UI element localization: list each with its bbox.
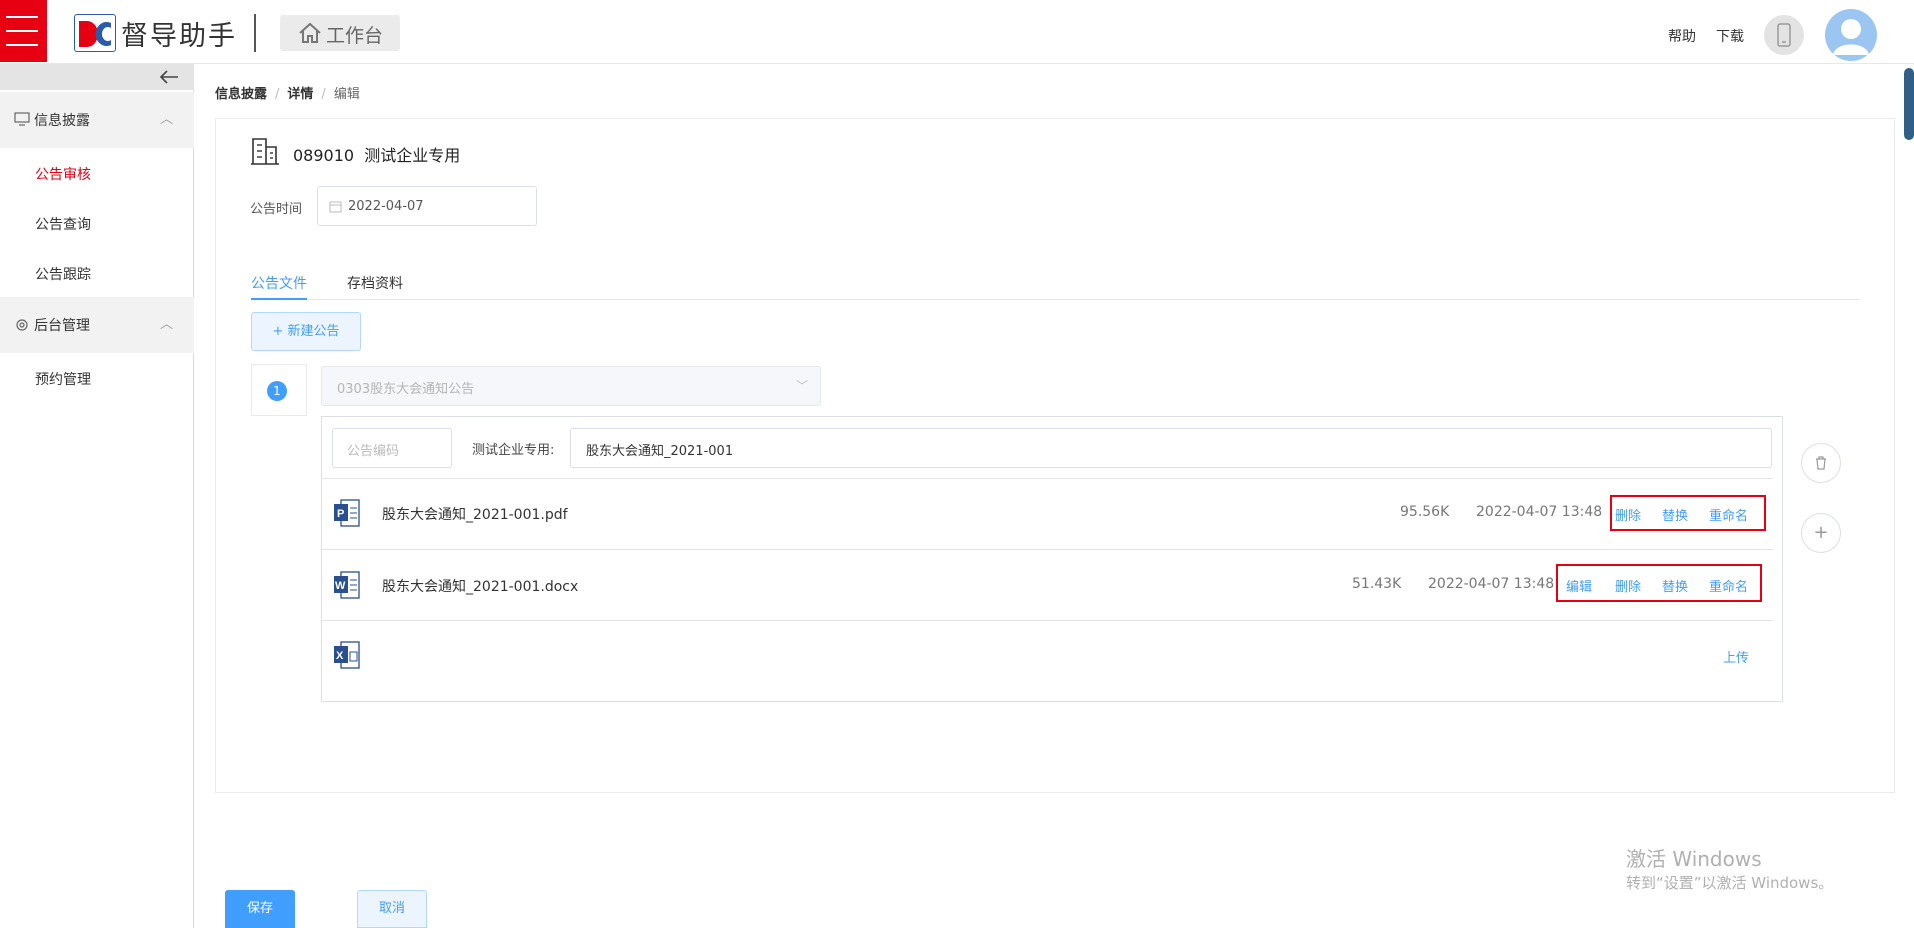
svg-text:W: W (335, 580, 346, 592)
windows-watermark-hint: 转到“设置”以激活 Windows。 (1626, 874, 1834, 892)
row-divider (321, 549, 1773, 550)
breadcrumb-item[interactable]: 信息披露 (215, 87, 267, 102)
delete-link[interactable]: 删除 (1615, 576, 1641, 595)
company-code: 089010 (293, 146, 355, 165)
calendar-icon (329, 200, 342, 217)
menu-bar (6, 44, 38, 46)
announcement-name-input[interactable]: 股东大会通知_2021-001 (570, 428, 1772, 468)
announcement-type-value: 0303股东大会通知公告 (337, 382, 475, 397)
announcement-name-prefix: 测试企业专用: (472, 443, 555, 458)
menu-bar (6, 30, 38, 32)
breadcrumb-item[interactable]: 详情 (287, 87, 313, 102)
brand-name: 督导助手 (121, 21, 237, 52)
top-header: 督导助手 工作台 帮助 下载 (0, 0, 1914, 64)
announce-date-value: 2022-04-07 (348, 199, 424, 214)
brand-logo-icon (74, 14, 116, 52)
home-icon (298, 22, 322, 49)
file-time: 2022-04-07 13:48 (1476, 504, 1603, 520)
header-divider (254, 14, 256, 52)
tabs-divider (251, 299, 1860, 300)
announcement-code-input[interactable]: 公告编码 (332, 428, 452, 468)
sidebar-item-announcement-query[interactable]: 公告查询 (35, 214, 91, 234)
scrollbar-thumb[interactable] (1904, 68, 1914, 140)
announcement-type-select[interactable]: 0303股东大会通知公告 ﹀ (321, 366, 821, 406)
announce-time-label: 公告时间 (250, 202, 303, 217)
edit-link[interactable]: 编辑 (1566, 576, 1592, 595)
announce-date-input[interactable]: 2022-04-07 (317, 186, 537, 226)
upload-link[interactable]: 上传 (1723, 647, 1749, 666)
sidebar-collapse-bar[interactable] (0, 64, 194, 90)
workbench-label: 工作台 (326, 25, 384, 47)
file-size: 95.56K (1400, 504, 1450, 520)
announcement-index-badge: 1 (267, 381, 287, 401)
svg-text:X: X (336, 650, 344, 662)
tab-announcement-files[interactable]: 公告文件 (251, 273, 307, 293)
menu-toggle-button[interactable] (0, 0, 47, 62)
breadcrumb-separator: / (321, 87, 326, 102)
windows-watermark-title: 激活 Windows (1626, 847, 1762, 871)
chevron-up-icon: ︿ (160, 112, 174, 127)
building-icon (250, 136, 280, 170)
chevron-down-icon: ﹀ (795, 379, 808, 393)
file-name: 股东大会通知_2021-001.pdf (382, 507, 568, 523)
replace-link[interactable]: 替换 (1662, 576, 1688, 595)
sidebar-item-announcement-review[interactable]: 公告审核 (35, 164, 91, 184)
trash-icon[interactable] (1801, 443, 1841, 483)
mobile-phone-icon[interactable] (1764, 15, 1804, 55)
breadcrumb-current: 编辑 (333, 87, 360, 102)
gear-icon (14, 317, 30, 337)
sidebar: 信息披露 ︿ 公告审核 公告查询 公告跟踪 后台管理 ︿ 预约管理 (0, 64, 194, 928)
add-icon[interactable]: + (1801, 513, 1841, 553)
chevron-up-icon: ︿ (160, 317, 174, 332)
sidebar-item-announcement-tracking[interactable]: 公告跟踪 (35, 264, 91, 284)
rename-link[interactable]: 重命名 (1709, 576, 1748, 595)
new-announcement-button[interactable]: + 新建公告 (251, 312, 361, 351)
file-name: 股东大会通知_2021-001.docx (382, 579, 579, 595)
monitor-icon (14, 112, 30, 130)
help-link[interactable]: 帮助 (1668, 26, 1696, 46)
save-button[interactable]: 保存 (225, 890, 295, 928)
announcement-code-placeholder: 公告编码 (347, 444, 400, 459)
sidebar-group-label: 信息披露 (34, 113, 90, 129)
row-divider (321, 620, 1773, 621)
svg-text:P: P (337, 508, 344, 520)
breadcrumb: 信息披露 / 详情 / 编辑 (215, 83, 360, 102)
user-avatar[interactable] (1825, 9, 1877, 61)
cancel-button[interactable]: 取消 (357, 890, 427, 928)
active-tab-indicator (251, 298, 307, 300)
row-divider (321, 478, 1773, 479)
file-time: 2022-04-07 13:48 (1428, 576, 1555, 592)
company-title: 089010 测试企业专用 (293, 142, 460, 166)
tab-archive-materials[interactable]: 存档资料 (347, 273, 403, 293)
announcement-name-value: 股东大会通知_2021-001 (586, 444, 734, 459)
breadcrumb-separator: / (275, 87, 280, 102)
delete-link[interactable]: 删除 (1615, 505, 1641, 524)
rename-link[interactable]: 重命名 (1709, 505, 1748, 524)
file-size: 51.43K (1352, 576, 1402, 592)
download-link[interactable]: 下载 (1716, 26, 1744, 46)
menu-bar (6, 16, 38, 18)
workbench-button[interactable]: 工作台 (280, 15, 400, 51)
pdf-file-icon: P (333, 498, 361, 528)
company-name: 测试企业专用 (364, 146, 461, 165)
replace-link[interactable]: 替换 (1662, 505, 1688, 524)
sidebar-group-info-disclosure[interactable]: 信息披露 ︿ (0, 92, 194, 148)
sidebar-item-appointment[interactable]: 预约管理 (35, 369, 91, 389)
excel-file-icon: X (333, 640, 361, 670)
sidebar-group-backend[interactable]: 后台管理 ︿ (0, 297, 194, 353)
sidebar-group-label: 后台管理 (34, 318, 90, 334)
word-file-icon: W (333, 570, 361, 600)
arrow-left-icon[interactable] (158, 68, 180, 90)
